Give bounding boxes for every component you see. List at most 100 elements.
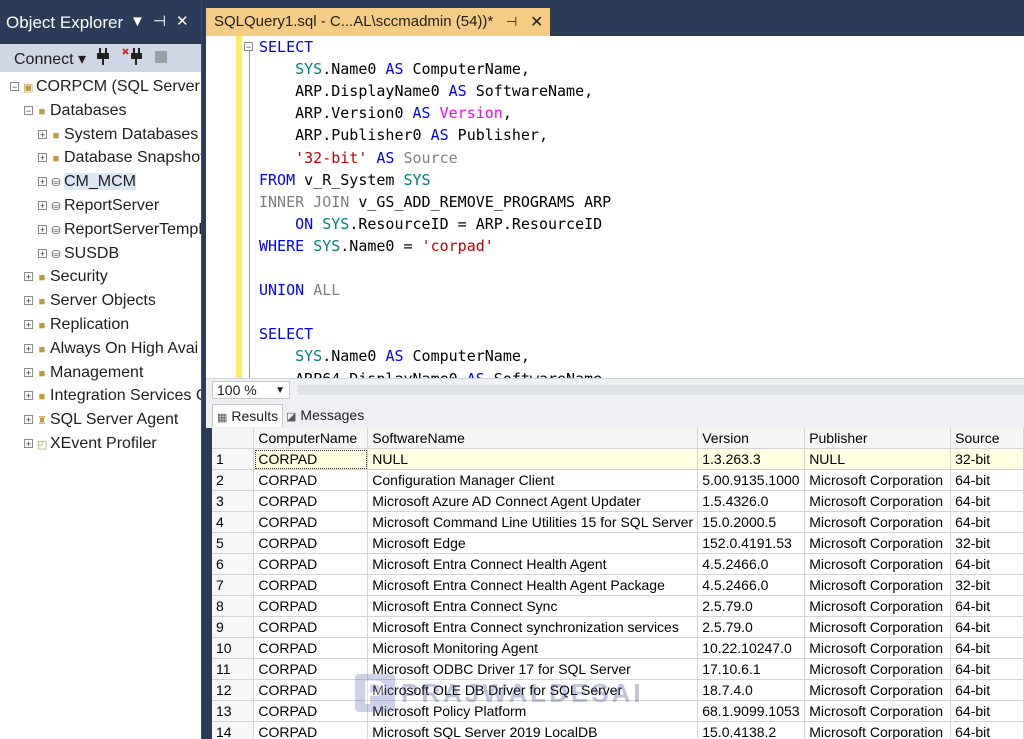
row-number[interactable]: 13 bbox=[212, 700, 255, 722]
table-cell[interactable]: CORPAD bbox=[253, 595, 369, 617]
table-row[interactable]: 13 CORPAD Microsoft Policy Platform 68.1.90… bbox=[212, 700, 1024, 722]
table-cell[interactable]: CORPAD bbox=[253, 511, 369, 533]
results-grid[interactable]: ComputerName SoftwareName Version Publis… bbox=[212, 428, 1024, 739]
tree-item[interactable]: + ⛁ ReportServer bbox=[38, 195, 159, 217]
code-line[interactable]: UNION ALL bbox=[259, 279, 340, 301]
expand-icon[interactable]: + bbox=[24, 343, 33, 353]
table-row[interactable]: 12 CORPAD Microsoft OLE DB Driver for SQL … bbox=[212, 679, 1024, 701]
table-cell[interactable]: Microsoft Monitoring Agent bbox=[367, 637, 699, 659]
table-cell[interactable]: 15.0.4138.2 bbox=[697, 721, 806, 739]
dropdown-icon[interactable]: ▼ bbox=[130, 13, 145, 31]
table-cell[interactable]: 4.5.2466.0 bbox=[697, 574, 806, 596]
row-number[interactable]: 5 bbox=[212, 532, 255, 554]
code-line[interactable]: WHERE SYS.Name0 = 'corpad' bbox=[259, 235, 494, 257]
table-cell[interactable]: 64-bit bbox=[950, 490, 1024, 512]
tree-item[interactable]: + ■ Integration Services C bbox=[24, 385, 201, 407]
table-cell[interactable]: 64-bit bbox=[950, 469, 1024, 491]
expand-icon[interactable]: + bbox=[24, 272, 33, 282]
row-number[interactable]: 12 bbox=[212, 679, 255, 701]
table-row[interactable]: 14 CORPAD Microsoft SQL Server 2019 LocalD… bbox=[212, 721, 1024, 739]
table-cell[interactable]: 1.5.4326.0 bbox=[697, 490, 806, 512]
tree-item[interactable]: + ⛁ CM_MCM bbox=[38, 171, 136, 193]
table-row[interactable]: 7 CORPAD Microsoft Entra Connect Health Ag… bbox=[212, 574, 1024, 596]
table-cell[interactable]: 2.5.79.0 bbox=[697, 595, 806, 617]
column-header[interactable]: ComputerName bbox=[253, 428, 369, 449]
table-cell[interactable]: 64-bit bbox=[950, 721, 1024, 739]
expand-icon[interactable]: + bbox=[24, 296, 33, 306]
collapse-icon[interactable]: − bbox=[24, 105, 33, 115]
table-cell[interactable]: Microsoft Corporation bbox=[804, 658, 952, 680]
table-cell[interactable]: Microsoft Corporation bbox=[804, 637, 952, 659]
code-line[interactable]: ON SYS.ResourceID = ARP.ResourceID bbox=[259, 213, 602, 235]
table-cell[interactable]: Microsoft Corporation bbox=[804, 490, 952, 512]
table-cell[interactable]: Microsoft Corporation bbox=[804, 532, 952, 554]
table-cell[interactable]: CORPAD bbox=[253, 658, 369, 680]
expand-icon[interactable]: + bbox=[24, 367, 33, 377]
table-cell[interactable]: CORPAD bbox=[253, 616, 369, 638]
row-number[interactable]: 8 bbox=[212, 595, 255, 617]
table-cell[interactable]: 2.5.79.0 bbox=[697, 616, 806, 638]
table-cell[interactable]: NULL bbox=[367, 448, 699, 470]
tree-item[interactable]: + ■ System Databases bbox=[38, 124, 198, 146]
row-number-header[interactable] bbox=[212, 428, 255, 449]
tree-item[interactable]: + ♜ SQL Server Agent bbox=[24, 409, 178, 431]
code-line[interactable]: ARP.DisplayName0 AS SoftwareName, bbox=[259, 80, 593, 102]
disconnect-icon[interactable] bbox=[122, 48, 144, 70]
table-cell[interactable]: 4.5.2466.0 bbox=[697, 553, 806, 575]
table-row[interactable]: 8 CORPAD Microsoft Entra Connect Sync 2.5.7… bbox=[212, 595, 1024, 617]
table-cell[interactable]: 32-bit bbox=[950, 448, 1024, 470]
tree-item[interactable]: + ■ Replication bbox=[24, 314, 129, 336]
table-cell[interactable]: Configuration Manager Client bbox=[367, 469, 699, 491]
table-cell[interactable]: 32-bit bbox=[950, 574, 1024, 596]
table-row[interactable]: 2 CORPAD Configuration Manager Client 5.00.… bbox=[212, 469, 1024, 491]
horizontal-scrollbar[interactable] bbox=[298, 385, 1024, 395]
stop-icon[interactable] bbox=[155, 48, 167, 67]
table-cell[interactable]: Microsoft Corporation bbox=[804, 721, 952, 739]
row-number[interactable]: 2 bbox=[212, 469, 255, 491]
table-row[interactable]: 9 CORPAD Microsoft Entra Connect synchroni… bbox=[212, 616, 1024, 638]
table-cell[interactable]: 64-bit bbox=[950, 616, 1024, 638]
code-line[interactable]: ARP.Publisher0 AS Publisher, bbox=[259, 124, 548, 146]
table-row[interactable]: 11 CORPAD Microsoft ODBC Driver 17 for SQL… bbox=[212, 658, 1024, 680]
expand-icon[interactable]: + bbox=[38, 201, 47, 211]
table-cell[interactable]: Microsoft Corporation bbox=[804, 679, 952, 701]
row-number[interactable]: 10 bbox=[212, 637, 255, 659]
tree-item[interactable]: + ■ Database Snapshot bbox=[38, 147, 201, 169]
expand-icon[interactable]: + bbox=[24, 439, 33, 449]
table-cell[interactable]: CORPAD bbox=[253, 679, 369, 701]
connect-icon[interactable] bbox=[96, 48, 110, 70]
tab-sqlquery1[interactable]: SQLQuery1.sql - C...AL\sccmadmin (54))* … bbox=[206, 8, 550, 36]
table-row[interactable]: 6 CORPAD Microsoft Entra Connect Health Ag… bbox=[212, 553, 1024, 575]
code-line[interactable]: SELECT bbox=[259, 323, 313, 345]
table-cell[interactable]: 64-bit bbox=[950, 658, 1024, 680]
zoom-select[interactable]: 100 % ▼ bbox=[212, 381, 290, 399]
table-cell[interactable]: 32-bit bbox=[950, 532, 1024, 554]
table-cell[interactable]: Microsoft Entra Connect Health Agent bbox=[367, 553, 699, 575]
table-cell[interactable]: NULL bbox=[804, 448, 952, 470]
table-cell[interactable]: Microsoft Entra Connect Sync bbox=[367, 595, 699, 617]
chevron-down-icon[interactable]: ▼ bbox=[275, 382, 285, 399]
pin-icon[interactable]: ⊣ bbox=[506, 14, 517, 30]
tree-item[interactable]: + ⛁ SUSDB bbox=[38, 243, 119, 265]
tree-item[interactable]: + ◰ XEvent Profiler bbox=[24, 433, 157, 455]
table-cell[interactable]: CORPAD bbox=[253, 700, 369, 722]
expand-icon[interactable]: + bbox=[24, 320, 33, 330]
table-cell[interactable]: Microsoft OLE DB Driver for SQL Server bbox=[367, 679, 699, 701]
tree-item[interactable]: − ▣ CORPCM (SQL Server 1 bbox=[10, 76, 201, 98]
row-number[interactable]: 4 bbox=[212, 511, 255, 533]
table-cell[interactable]: 15.0.2000.5 bbox=[697, 511, 806, 533]
table-cell[interactable]: 17.10.6.1 bbox=[697, 658, 806, 680]
table-row[interactable]: 3 CORPAD Microsoft Azure AD Connect Agent … bbox=[212, 490, 1024, 512]
tree-item[interactable]: + ■ Security bbox=[24, 266, 108, 288]
expand-icon[interactable]: + bbox=[38, 224, 47, 234]
table-cell[interactable]: CORPAD bbox=[253, 448, 369, 470]
table-cell[interactable]: 64-bit bbox=[950, 700, 1024, 722]
expand-icon[interactable]: + bbox=[38, 153, 47, 163]
table-cell[interactable]: CORPAD bbox=[253, 490, 369, 512]
column-header[interactable]: Publisher bbox=[804, 428, 952, 449]
table-cell[interactable]: 18.7.4.0 bbox=[697, 679, 806, 701]
code-line[interactable]: '32-bit' AS Source bbox=[259, 147, 458, 169]
table-cell[interactable]: Microsoft Corporation bbox=[804, 553, 952, 575]
row-number[interactable]: 7 bbox=[212, 574, 255, 596]
table-cell[interactable]: Microsoft Command Line Utilities 15 for … bbox=[367, 511, 699, 533]
